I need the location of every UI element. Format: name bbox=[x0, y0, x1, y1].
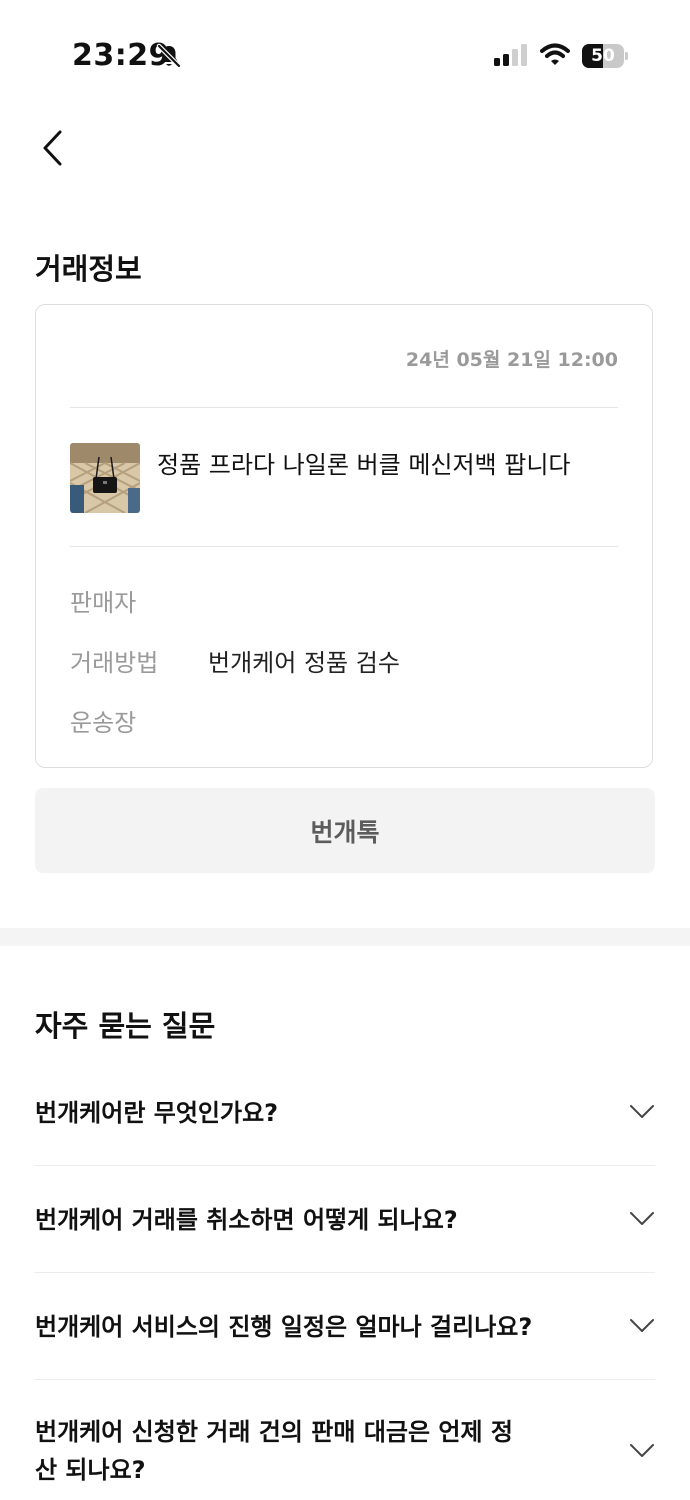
faq-question: 번개케어란 무엇인가요? bbox=[35, 1099, 279, 1127]
chevron-down-icon bbox=[630, 1212, 654, 1225]
faq-item[interactable]: 번개케어 거래를 취소하면 어떻게 되나요? bbox=[35, 1201, 655, 1241]
tracking-number-label: 운송장 bbox=[70, 709, 137, 737]
faq-question: 번개케어 서비스의 진행 일정은 얼마나 걸리나요? bbox=[35, 1313, 533, 1341]
battery-percentage: 50 bbox=[591, 46, 615, 66]
cellular-signal-icon bbox=[494, 44, 528, 70]
faq-divider bbox=[35, 1165, 655, 1166]
chevron-down-icon bbox=[630, 1444, 654, 1457]
faq-divider bbox=[35, 1379, 655, 1380]
trade-method-value: 번개케어 정품 검수 bbox=[208, 649, 400, 677]
chevron-down-icon bbox=[630, 1105, 654, 1118]
section-separator bbox=[0, 928, 690, 946]
status-bar: 23:29 50 bbox=[0, 0, 690, 110]
wifi-icon bbox=[540, 43, 570, 71]
faq-question: 번개케어 신청한 거래 건의 판매 대금은 언제 정산 되나요? bbox=[35, 1418, 514, 1484]
trade-date: 24년 05월 21일 12:00 bbox=[405, 349, 618, 371]
chevron-down-icon bbox=[630, 1319, 654, 1332]
faq-divider bbox=[35, 1272, 655, 1273]
chevron-left-icon bbox=[43, 130, 62, 166]
battery-icon: 50 bbox=[582, 44, 628, 68]
seller-label: 판매자 bbox=[70, 589, 137, 617]
product-thumbnail[interactable] bbox=[70, 443, 140, 513]
bungae-talk-button[interactable]: 번개톡 bbox=[35, 788, 655, 873]
bell-slash-icon bbox=[156, 43, 182, 73]
trade-method-label: 거래방법 bbox=[70, 649, 159, 677]
trade-info-card: 24년 05월 21일 12:00 정품 프라다 나일론 버클 메신저백 팝니다… bbox=[35, 304, 653, 768]
faq-item[interactable]: 번개케어란 무엇인가요? bbox=[35, 1094, 655, 1134]
battery-tip bbox=[625, 52, 628, 60]
product-title[interactable]: 정품 프라다 나일론 버클 메신저백 팝니다 bbox=[157, 445, 571, 480]
trade-info-title: 거래정보 bbox=[35, 252, 142, 286]
faq-title: 자주 묻는 질문 bbox=[35, 1009, 216, 1043]
faq-question: 번개케어 거래를 취소하면 어떻게 되나요? bbox=[35, 1206, 458, 1234]
card-divider bbox=[70, 546, 618, 547]
back-button[interactable] bbox=[36, 126, 76, 170]
card-divider bbox=[70, 407, 618, 408]
faq-item[interactable]: 번개케어 신청한 거래 건의 판매 대금은 언제 정산 되나요? bbox=[35, 1413, 655, 1493]
faq-item[interactable]: 번개케어 서비스의 진행 일정은 얼마나 걸리나요? bbox=[35, 1308, 655, 1348]
